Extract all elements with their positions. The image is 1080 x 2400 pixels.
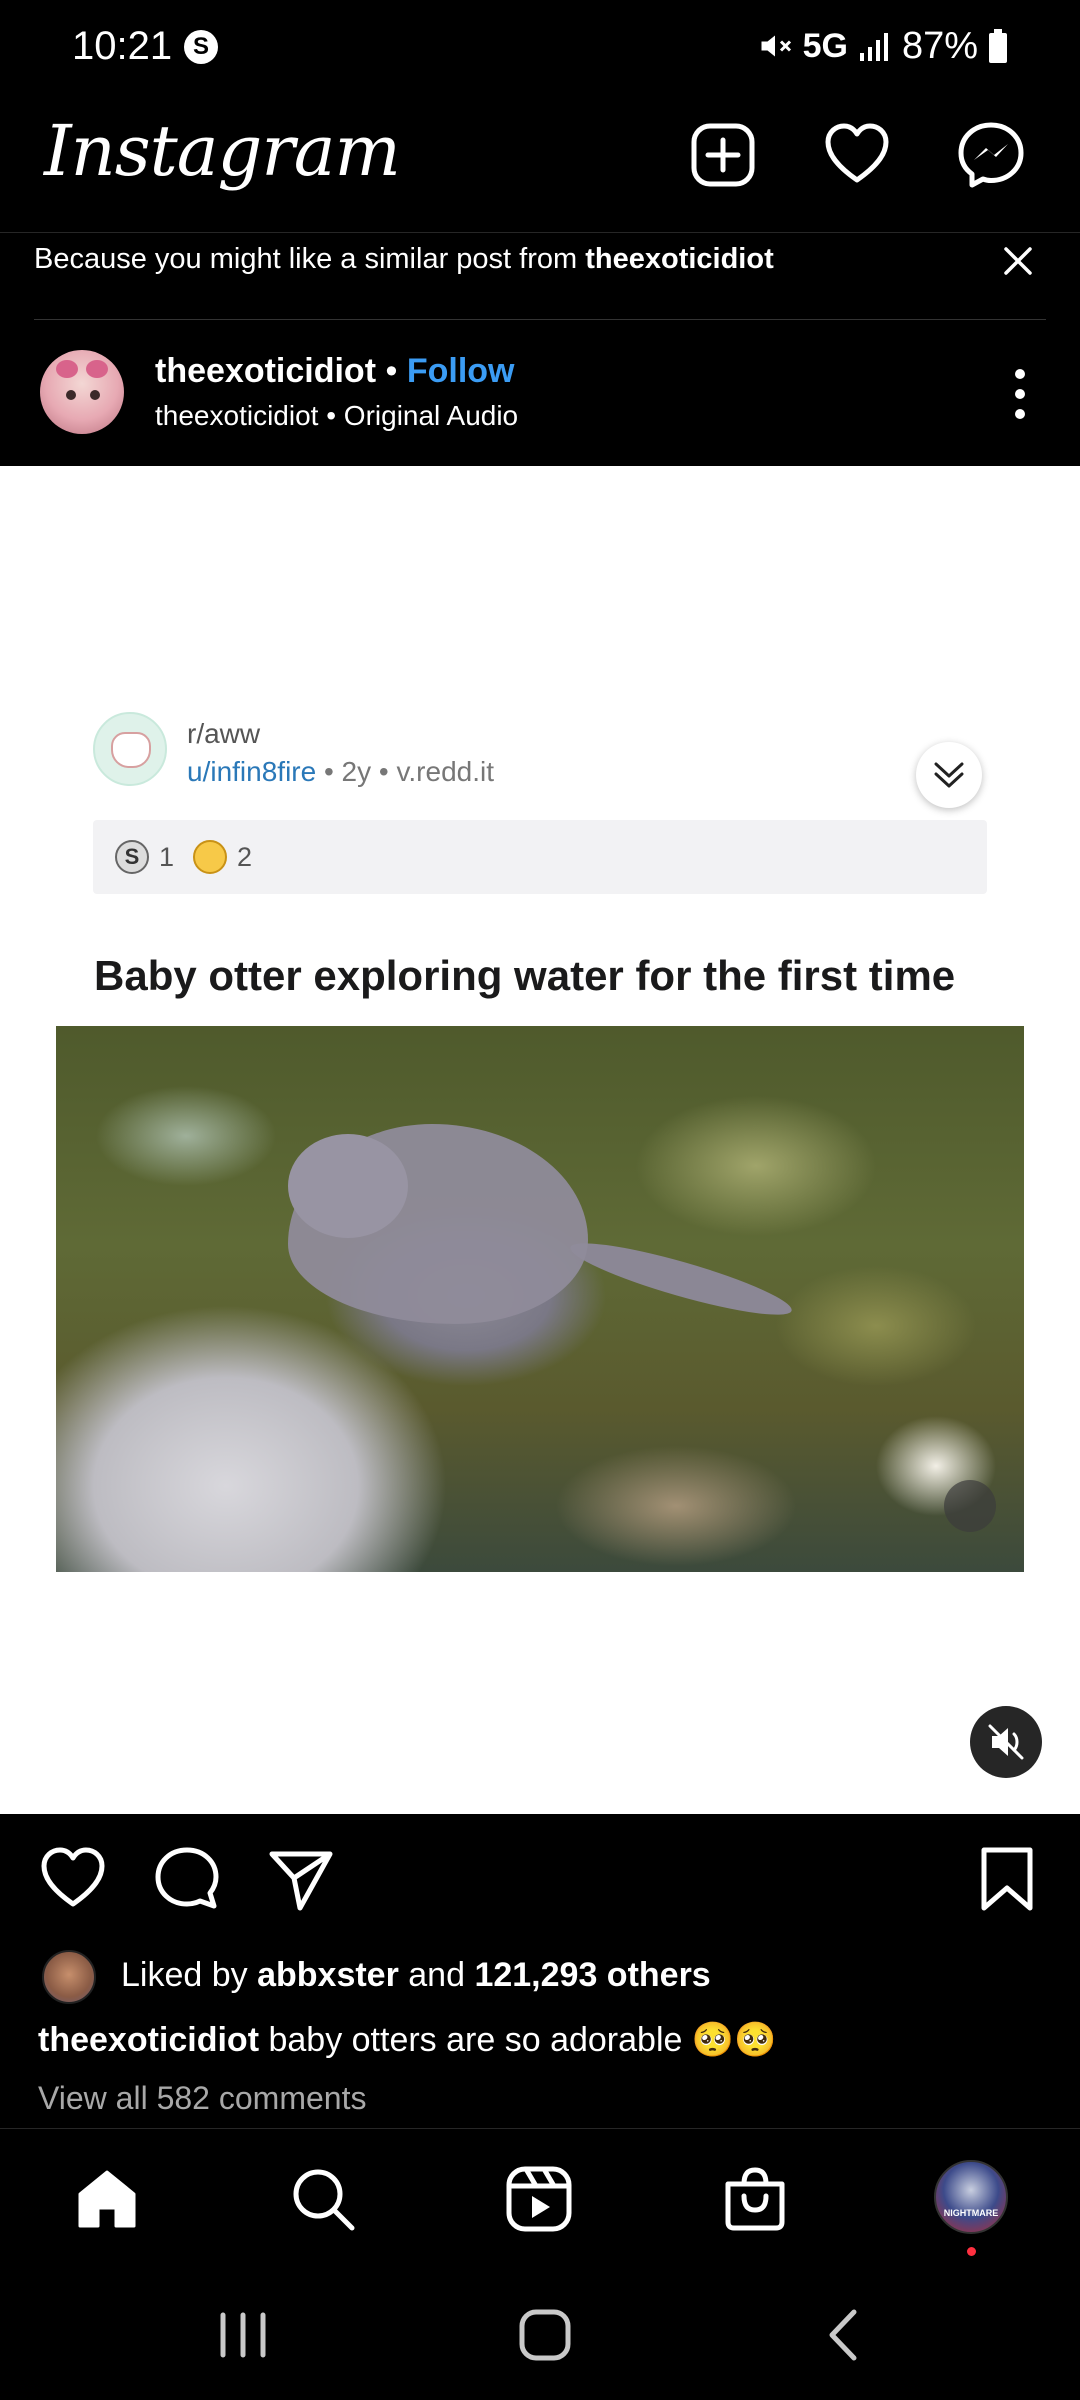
reddit-meta-rest: • 2y • v.redd.it [316,756,495,787]
liked-by-others[interactable]: 121,293 others [474,1956,710,1994]
post-header: theexoticidiot • Follow theexoticidiot •… [0,322,1080,466]
reels-icon[interactable] [504,2164,574,2234]
comment-icon[interactable] [152,1844,222,1914]
liked-by-mid: and [398,1956,475,1994]
search-icon[interactable] [288,2164,358,2234]
poster-line: theexoticidiot • Follow [155,352,515,391]
network-label: 5G [802,26,848,65]
follow-button[interactable]: Follow [407,352,515,390]
system-nav [0,2260,1080,2400]
caption-username[interactable]: theexoticidiot [38,2021,259,2059]
collapse-button [916,742,982,808]
likes-text: Liked by abbxster and 121,293 others [121,1956,711,1995]
caption-text: baby otters are so adorable 🥺🥺 [259,2021,777,2059]
post-actions [0,1814,1080,1924]
silver-award: S 1 [115,840,174,874]
likes-row[interactable]: Liked by abbxster and 121,293 others [0,1946,1080,2006]
suggestion-account[interactable]: theexoticidiot [585,243,774,275]
reddit-title: Baby otter exploring water for the first… [94,952,956,999]
s-app-icon: S [184,30,218,64]
more-options-icon[interactable] [1000,364,1040,424]
liked-by-prefix: Liked by [121,1956,258,1994]
mute-toggle-button[interactable] [970,1706,1042,1778]
post-caption: theexoticidiot baby otters are so adorab… [38,2020,777,2060]
divider [0,2128,1080,2129]
otter-video[interactable] [56,1026,1024,1572]
battery-icon [989,29,1007,63]
system-home-icon[interactable] [510,2300,580,2370]
audio-label[interactable]: theexoticidiot • Original Audio [155,400,518,432]
speaker-muted-icon [988,1724,1024,1760]
like-heart-icon[interactable] [38,1844,108,1914]
gold-award-icon [193,840,227,874]
suggestion-text: Because you might like a similar post fr… [34,243,774,276]
liker-avatar [42,1950,96,2004]
profile-avatar[interactable]: NIGHTMARE [934,2160,1008,2234]
share-send-icon[interactable] [266,1844,336,1914]
status-indicators: 5G 87% [757,24,1008,68]
messenger-icon[interactable] [956,120,1026,190]
liked-by-user[interactable]: abbxster [257,1956,399,1994]
signal-icon [859,33,888,61]
profile-avatar-text: NIGHTMARE [943,2208,999,2218]
bottom-nav: NIGHTMARE [0,2130,1080,2260]
mute-status-icon [761,35,791,57]
silver-award-count: 1 [159,841,175,872]
silver-award-icon: S [115,840,149,874]
separator-dot: • [385,352,398,390]
status-bar: 10:21 S 5G 87% [0,0,1080,92]
awards-bar: S 1 2 [93,820,987,894]
app-header: Instagram [0,92,1080,232]
otter-tail [565,1230,797,1328]
gold-award: 2 [193,840,252,874]
subreddit-avatar [93,712,167,786]
reddit-meta: u/infin8fire • 2y • v.redd.it [187,756,494,788]
poster-username[interactable]: theexoticidiot [155,352,376,390]
chevron-double-down-icon [934,762,964,788]
watermark-icon [944,1480,996,1532]
recents-icon[interactable] [208,2300,278,2370]
poster-avatar[interactable] [40,350,124,434]
shop-icon[interactable] [720,2164,790,2234]
back-icon[interactable] [810,2300,880,2370]
notification-dot [967,2247,976,2256]
gold-award-count: 2 [237,841,253,872]
post-media[interactable]: r/aww u/infin8fire • 2y • v.redd.it S 1 … [0,466,1080,1814]
home-icon[interactable] [72,2164,142,2234]
reddit-user: u/infin8fire [187,756,317,787]
status-time: 10:21 [72,24,173,68]
battery-percent: 87% [901,24,978,67]
instagram-logo[interactable]: Instagram [44,110,401,192]
notifications-heart-icon[interactable] [822,120,892,190]
subreddit-name: r/aww [187,718,261,749]
suggestion-banner: Because you might like a similar post fr… [0,232,1080,320]
suggestion-prefix: Because you might like a similar post fr… [34,243,586,275]
otter-head [288,1134,408,1238]
close-icon[interactable] [996,239,1040,283]
new-post-icon[interactable] [688,120,758,190]
bookmark-icon[interactable] [972,1844,1042,1914]
divider [34,319,1046,320]
view-comments-link[interactable]: View all 582 comments [38,2080,366,2117]
